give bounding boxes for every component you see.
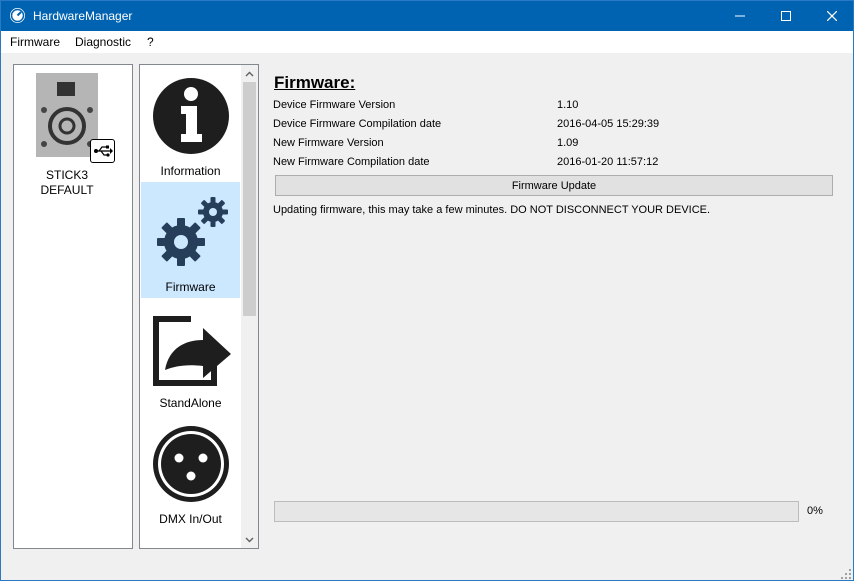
menu-diagnostic[interactable]: Diagnostic <box>75 35 131 49</box>
speaker-device-icon <box>36 73 98 157</box>
close-button[interactable] <box>809 1 854 31</box>
nav-label-dmx: DMX In/Out <box>159 512 222 526</box>
nav-label-information: Information <box>160 164 221 178</box>
gauge-icon <box>10 8 25 23</box>
info-label: New Firmware Compilation date <box>273 156 430 168</box>
usb-icon <box>90 139 115 163</box>
export-arrow-icon <box>151 308 231 388</box>
nav-item-standalone[interactable]: StandAlone <box>141 298 240 414</box>
info-value: 2016-04-05 15:29:39 <box>557 118 660 130</box>
maximize-icon <box>781 11 791 21</box>
info-row: Device Firmware Version 1.10 <box>273 99 833 115</box>
status-message: Updating firmware, this may take a few m… <box>273 204 711 216</box>
gears-icon <box>151 192 231 272</box>
chevron-down-icon <box>245 537 254 542</box>
xlr-connector-icon <box>151 424 231 504</box>
nav-item-firmware[interactable]: Firmware <box>141 182 240 298</box>
info-label: Device Firmware Compilation date <box>273 118 442 130</box>
resize-grip-icon[interactable] <box>841 569 851 581</box>
nav-scrollbar[interactable] <box>241 65 258 548</box>
close-icon <box>827 11 837 21</box>
info-label: Device Firmware Version <box>273 99 396 111</box>
page-title: Firmware: <box>274 73 356 92</box>
info-label: New Firmware Version <box>273 137 384 149</box>
nav-label-firmware: Firmware <box>165 280 216 294</box>
info-value: 2016-01-20 11:57:12 <box>557 156 659 168</box>
chevron-up-icon <box>245 71 254 76</box>
scroll-down-button[interactable] <box>241 531 258 548</box>
device-list: STICK3 DEFAULT <box>13 64 133 549</box>
info-row: New Firmware Compilation date 2016-01-20… <box>273 156 833 172</box>
progress-percent: 0% <box>807 505 823 517</box>
menu-firmware[interactable]: Firmware <box>10 35 60 49</box>
nav-label-standalone: StandAlone <box>159 396 222 410</box>
minimize-icon <box>735 15 745 17</box>
device-name-line2: DEFAULT <box>40 183 94 197</box>
nav-item-information[interactable]: Information <box>141 66 240 182</box>
firmware-section: Firmware: Device Firmware Version 1.10 D… <box>273 73 835 543</box>
scroll-up-button[interactable] <box>241 65 258 82</box>
info-value: 1.09 <box>557 137 579 149</box>
firmware-update-button[interactable]: Firmware Update <box>275 175 833 196</box>
section-nav: Information Firmware StandAlone DMX In/O… <box>139 64 259 549</box>
information-icon <box>151 76 231 156</box>
menu-help[interactable]: ? <box>147 35 154 49</box>
menu-bar: Firmware Diagnostic ? <box>1 31 853 53</box>
device-name-line1: STICK3 <box>45 168 88 182</box>
minimize-button[interactable] <box>717 1 763 31</box>
device-item[interactable]: STICK3 DEFAULT <box>14 65 132 200</box>
info-row: Device Firmware Compilation date 2016-04… <box>273 118 833 134</box>
scroll-thumb[interactable] <box>243 82 256 316</box>
title-bar[interactable]: HardwareManager <box>1 1 853 31</box>
maximize-button[interactable] <box>763 1 809 31</box>
window-title: HardwareManager <box>33 9 133 23</box>
info-value: 1.10 <box>557 99 579 111</box>
app-window: HardwareManager Firmware Diagnostic ? ST… <box>0 0 854 581</box>
device-name: STICK3 DEFAULT <box>14 168 120 198</box>
progress-bar <box>274 501 799 522</box>
info-row: New Firmware Version 1.09 <box>273 137 833 153</box>
nav-item-dmx[interactable]: DMX In/Out <box>141 414 240 530</box>
